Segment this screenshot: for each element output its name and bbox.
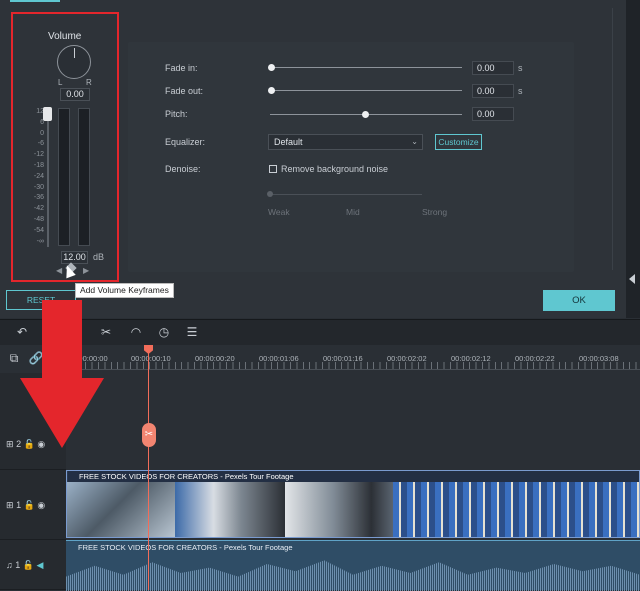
adjust-icon[interactable]: ☰	[184, 324, 200, 340]
fade-in-label: Fade in:	[165, 63, 198, 73]
level-meter-right	[78, 108, 90, 246]
scale-label: -12	[33, 151, 44, 159]
track-number: 1	[16, 500, 22, 510]
ruler-baseline	[66, 369, 640, 370]
pan-left-label: L	[58, 78, 63, 87]
volume-title: Volume	[48, 31, 82, 42]
collapse-arrow-icon[interactable]	[629, 274, 635, 284]
pan-knob[interactable]	[57, 45, 91, 79]
ruler-label: 00:00:02:02	[387, 354, 427, 363]
next-keyframe-icon[interactable]: ▶	[83, 266, 89, 275]
pitch-slider-thumb[interactable]	[362, 111, 369, 118]
scale-label: -6	[37, 140, 44, 148]
equalizer-label: Equalizer:	[165, 137, 206, 147]
audio-settings-area	[128, 42, 574, 272]
scale-label: -54	[33, 226, 44, 234]
active-tab-indicator	[10, 0, 60, 2]
fade-in-slider-thumb[interactable]	[268, 64, 275, 71]
ruler-label: 00:00:02:12	[451, 354, 491, 363]
add-volume-keyframes-tooltip: Add Volume Keyframes	[75, 283, 174, 298]
audio-waveform	[66, 560, 640, 591]
fade-in-field[interactable]: 0.00	[472, 61, 514, 75]
volume-slider-track[interactable]	[47, 112, 49, 247]
equalizer-select[interactable]: Default ⌄	[268, 134, 423, 150]
video-clip-title: FREE STOCK VIDEOS FOR CREATORS - Pexels …	[68, 471, 639, 482]
add-track-icon[interactable]: ⧉	[6, 350, 22, 366]
fade-in-unit: s	[518, 63, 523, 73]
scale-label: -42	[33, 205, 44, 213]
pan-value-field[interactable]: 0.00	[60, 88, 90, 101]
fade-out-label: Fade out:	[165, 86, 204, 96]
volume-db-field[interactable]: 12.00	[61, 251, 88, 264]
pitch-label: Pitch:	[165, 109, 188, 119]
fade-out-slider-thumb[interactable]	[268, 87, 275, 94]
clip-thumbnail	[285, 482, 393, 537]
audio-clip[interactable]: FREE STOCK VIDEOS FOR CREATORS - Pexels …	[66, 540, 640, 591]
video-track-icon: ⊞	[6, 500, 14, 510]
track-header-video-1: ⊞ 1 🔓 ◉	[0, 470, 66, 540]
clip-thumbnail	[67, 482, 175, 537]
chevron-down-icon: ⌄	[411, 137, 418, 146]
pitch-field[interactable]: 0.00	[472, 107, 514, 121]
ruler-label: 00:00:02:22	[515, 354, 555, 363]
panel-divider	[612, 8, 613, 270]
cut-icon[interactable]: ✂	[98, 324, 114, 340]
fade-out-field[interactable]: 0.00	[472, 84, 514, 98]
scale-label: 0	[40, 129, 44, 137]
speaker-icon[interactable]: ◀	[37, 560, 44, 570]
remove-noise-checkbox[interactable]	[269, 165, 277, 173]
fade-in-slider-track[interactable]	[270, 67, 462, 68]
video-track-icon: ⊞	[6, 439, 14, 449]
denoise-weak-label: Weak	[268, 207, 290, 217]
ruler-label: 00:00:03:08	[579, 354, 619, 363]
denoise-label: Denoise:	[165, 164, 201, 174]
lock-icon[interactable]: 🔓	[24, 500, 35, 510]
volume-slider-thumb[interactable]	[43, 107, 52, 121]
denoise-slider-thumb	[267, 191, 273, 197]
scale-label: -30	[33, 183, 44, 191]
denoise-strong-label: Strong	[422, 207, 448, 217]
denoise-mid-label: Mid	[346, 207, 360, 217]
audio-clip-title: FREE STOCK VIDEOS FOR CREATORS - Pexels …	[78, 543, 293, 552]
music-note-icon: ♫	[6, 560, 13, 570]
scale-label: -∞	[36, 237, 44, 245]
ruler-label: 00:00:01:06	[259, 354, 299, 363]
ruler-label: 00:00:01:16	[323, 354, 363, 363]
eye-icon[interactable]: ◉	[37, 500, 45, 510]
undo-icon[interactable]: ↶	[14, 324, 30, 340]
track-header-audio-1: ♫ 1 🔓 ◀	[0, 540, 66, 590]
collapse-panel-rail[interactable]	[626, 0, 640, 318]
scale-label: -18	[33, 162, 44, 169]
annotation-arrow-shaft	[42, 300, 82, 380]
track-2-area[interactable]	[66, 373, 640, 470]
db-unit-label: dB	[93, 252, 105, 262]
pan-right-label: R	[86, 78, 92, 87]
lock-icon[interactable]: 🔓	[23, 560, 34, 570]
playhead-line[interactable]	[148, 345, 149, 590]
scale-label: -24	[33, 172, 44, 180]
annotation-arrow-head	[20, 378, 104, 448]
speed-icon[interactable]: ◠	[128, 324, 144, 340]
duration-icon[interactable]: ◷	[156, 324, 172, 340]
ruler-ticks	[66, 362, 640, 369]
timeline-toolbar	[0, 319, 640, 345]
split-scissors-icon[interactable]: ✂	[142, 423, 156, 447]
ok-button[interactable]: OK	[543, 290, 615, 311]
customize-button[interactable]: Customize	[435, 134, 482, 150]
ruler-label: 00:00:00:10	[131, 354, 171, 363]
track-number: 1	[15, 560, 21, 570]
video-clip[interactable]: FREE STOCK VIDEOS FOR CREATORS - Pexels …	[66, 470, 640, 538]
denoise-slider-track	[270, 194, 422, 195]
clip-thumbnail	[175, 482, 285, 537]
clip-thumbnail	[393, 482, 639, 537]
prev-keyframe-icon[interactable]: ◀	[56, 266, 62, 275]
scale-label: -48	[33, 216, 44, 223]
fade-out-unit: s	[518, 86, 523, 96]
scale-label: -36	[33, 194, 44, 202]
remove-noise-label: Remove background noise	[281, 164, 389, 174]
fade-out-slider-track[interactable]	[270, 90, 462, 91]
level-meter-left	[58, 108, 70, 246]
ruler-label: 00:00:00:20	[195, 354, 235, 363]
equalizer-selected-value: Default	[274, 137, 303, 147]
